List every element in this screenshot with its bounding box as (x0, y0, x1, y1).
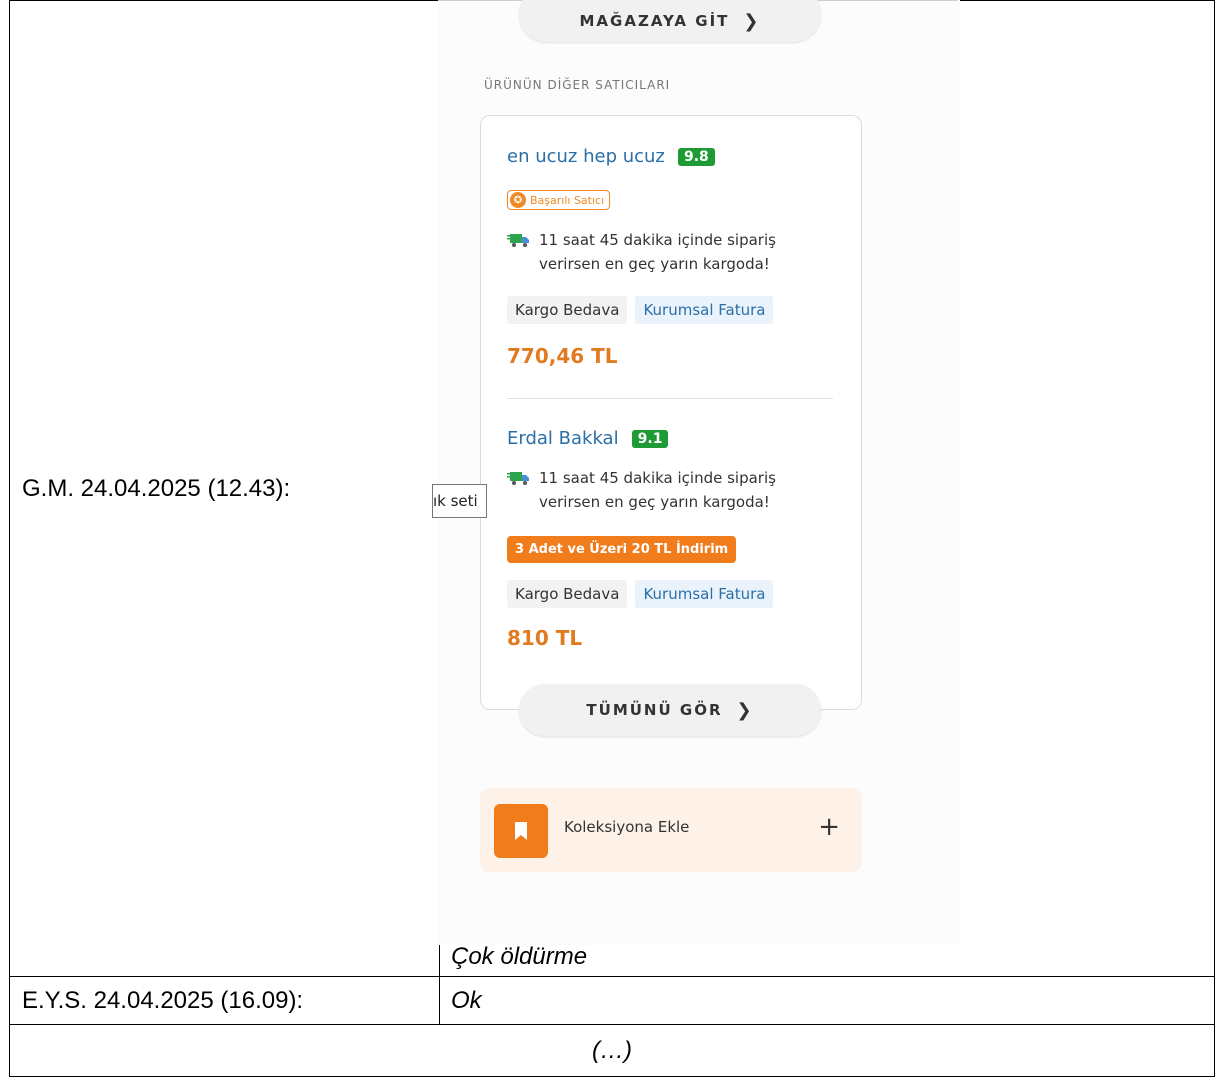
shipping-line: 11 saat 45 dakika içinde sipariş (539, 469, 776, 487)
seller-score-badge: 9.1 (631, 429, 669, 448)
go-to-store-label: MAĞAZAYA GİT (579, 12, 730, 30)
free-shipping-tag: Kargo Bedava (507, 296, 628, 324)
see-all-label: TÜMÜNÜ GÖR (586, 701, 723, 719)
seller-price: 770,46 TL (507, 344, 618, 368)
award-icon: ✪ (510, 192, 526, 208)
seller-tags: Kargo Bedava Kurumsal Fatura (507, 296, 774, 324)
free-shipping-tag: Kargo Bedava (507, 580, 628, 608)
footer-ellipsis: (…) (9, 1024, 1215, 1077)
row-label: E.Y.S. 24.04.2025 (16.09): (9, 976, 440, 1025)
chevron-right-icon: ❯ (736, 699, 754, 721)
seller-header: Erdal Bakkal 9.1 (507, 428, 669, 449)
discount-promo-badge: 3 Adet ve Üzeri 20 TL İndirim (507, 536, 737, 563)
truck-icon (507, 472, 529, 485)
seller-score-badge: 9.8 (677, 147, 715, 166)
seller-name-link[interactable]: Erdal Bakkal (507, 428, 619, 449)
row-note: Çok öldürme (451, 943, 588, 970)
shipping-text: 11 saat 45 dakika içinde sipariş verirse… (539, 466, 776, 514)
chevron-right-icon: ❯ (743, 10, 761, 32)
other-sellers-card: en ucuz hep ucuz 9.8 ✪ Başarılı Satıcı 1… (480, 115, 862, 710)
embedded-screenshot: MAĞAZAYA GİT ❯ ÜRÜNÜN DİĞER SATICILARI e… (432, 0, 960, 945)
table-row: (…) (9, 1024, 1215, 1077)
shipping-info: 11 saat 45 dakika içinde sipariş verirse… (507, 228, 776, 276)
plus-icon[interactable]: + (818, 812, 840, 842)
row-note: Ok (439, 976, 1215, 1025)
table-row: E.Y.S. 24.04.2025 (16.09): Ok (9, 976, 1215, 1025)
add-to-collection-button[interactable]: Koleksiyona Ekle + (480, 788, 862, 872)
bookmark-icon (494, 804, 548, 858)
section-title: ÜRÜNÜN DİĞER SATICILARI (484, 78, 671, 92)
divider (507, 398, 833, 399)
corporate-invoice-tag: Kurumsal Fatura (635, 296, 774, 324)
seller-header: en ucuz hep ucuz 9.8 (507, 146, 715, 167)
add-to-collection-label: Koleksiyona Ekle (564, 818, 690, 836)
shipping-line: 11 saat 45 dakika içinde sipariş (539, 231, 776, 249)
row-label: G.M. 24.04.2025 (12.43): (9, 0, 440, 977)
corporate-invoice-tag: Kurumsal Fatura (635, 580, 774, 608)
badge-label: Başarılı Satıcı (530, 193, 605, 207)
seller-price: 810 TL (507, 626, 583, 650)
see-all-button[interactable]: TÜMÜNÜ GÖR ❯ (519, 684, 821, 736)
go-to-store-button[interactable]: MAĞAZAYA GİT ❯ (519, 0, 821, 42)
shipping-line: verirsen en geç yarın kargoda! (539, 255, 770, 273)
successful-seller-badge: ✪ Başarılı Satıcı (507, 190, 611, 210)
truck-icon (507, 234, 529, 247)
shipping-line: verirsen en geç yarın kargoda! (539, 493, 770, 511)
seller-name-link[interactable]: en ucuz hep ucuz (507, 146, 665, 167)
shipping-text: 11 saat 45 dakika içinde sipariş verirse… (539, 228, 776, 276)
shipping-info: 11 saat 45 dakika içinde sipariş verirse… (507, 466, 776, 514)
tooltip: ık seti (432, 484, 487, 518)
seller-tags: Kargo Bedava Kurumsal Fatura (507, 580, 774, 608)
